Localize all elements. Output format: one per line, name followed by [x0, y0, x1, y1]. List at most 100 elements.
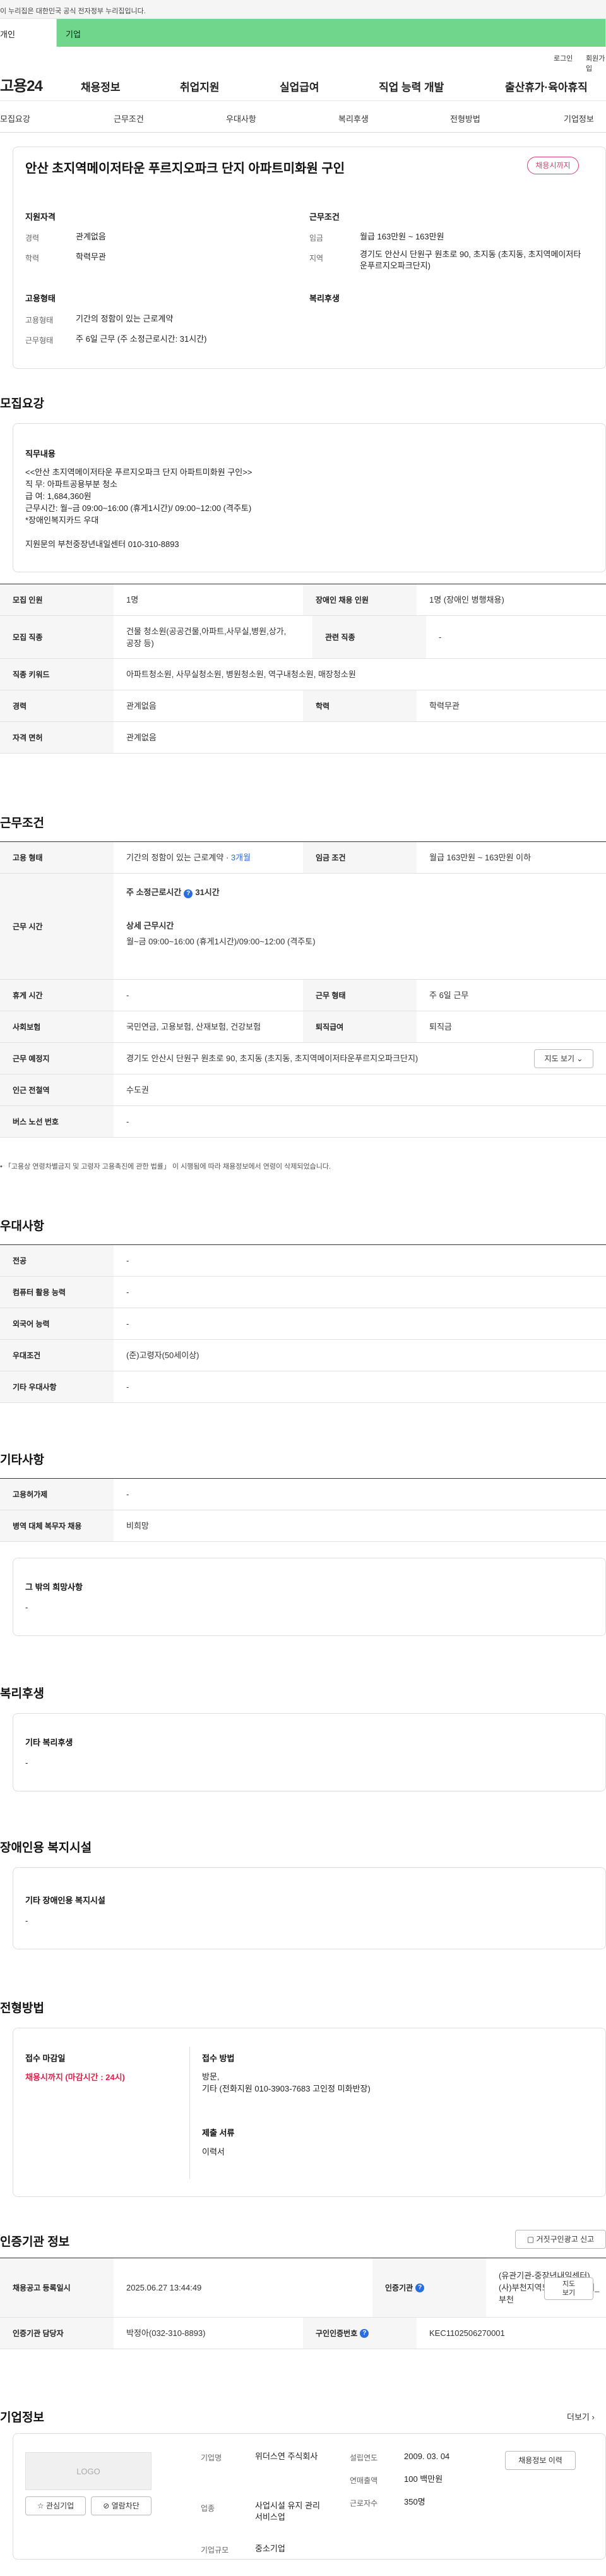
gnb-menu-unemployment[interactable]: 실업급여 — [280, 78, 319, 94]
table-row: 사회보험 국민연금, 고용보험, 산재보험, 건강보험 퇴직급여 퇴직금 — [0, 1011, 606, 1043]
table-row: 고용허가제 - — [0, 1479, 606, 1510]
company-name-value: 위더스연 주식회사 — [255, 2452, 318, 2461]
lnb-company[interactable]: 기업정보 — [564, 112, 594, 124]
gnb-menu-jobs[interactable]: 채용정보 — [81, 78, 121, 94]
deadline-value: 채용시까지 (마감시간 : 24시) — [25, 2073, 125, 2082]
qualification-heading: 지원자격 — [25, 212, 56, 222]
preference-table: 전공 - 컴퓨터 활용 능력 - 외국어 능력 - 우대조건 (준)고령자(50세이상)… — [0, 1244, 606, 1403]
keyword-label: 직종 키워드 — [0, 659, 114, 690]
job-value: 건물 청소원(공공건물,아파트,사무실,병원,상가,공장 등) — [126, 626, 287, 648]
lnb-work-conditions[interactable]: 근무조건 — [114, 112, 144, 124]
gnb-menu-training[interactable]: 직업 능력 개발 — [379, 78, 444, 94]
company-more-link[interactable]: 더보기 › — [567, 2410, 595, 2423]
block-company-button[interactable]: ⊘ 열람차단 — [91, 2496, 152, 2515]
severance-value: 퇴직금 — [429, 1022, 452, 1032]
lnb-benefits[interactable]: 복리후생 — [338, 112, 369, 124]
pref-etc-label: 기타 우대사항 — [0, 1371, 114, 1402]
work-form-value: 주 6일 근무 — [429, 990, 469, 1000]
table-row: 모집 직종 건물 청소원(공공건물,아파트,사무실,병원,상가,공장 등) 관련… — [0, 616, 606, 659]
company-section-title: 기업정보 — [0, 2411, 44, 2424]
tab-business[interactable]: 기업 — [57, 19, 606, 47]
company-name-label: 기업명 — [201, 2453, 222, 2462]
break-label: 휴게 시간 — [0, 980, 114, 1011]
extra-wish-card — [13, 1558, 606, 1636]
founded-value: 2009. 03. 04 — [404, 2452, 450, 2461]
help-icon[interactable]: ? — [415, 2283, 425, 2292]
military-label: 병역 대체 복무자 채용 — [0, 1510, 114, 1541]
disabled-value: 1명 (장애인 병행채용) — [429, 595, 504, 605]
req-education-value: 학력무관 — [429, 701, 460, 711]
table-row: 전공 - — [0, 1245, 606, 1277]
table-row: 직종 키워드 아파트청소원, 사무실청소원, 병원청소원, 역구내청소원, 매장… — [0, 659, 606, 690]
company-logo: LOGO — [25, 2452, 152, 2490]
hire-permit-value: - — [126, 1490, 129, 1499]
req-career-label: 경력 — [0, 690, 114, 721]
agency-map-button[interactable]: 지도 보기 — [544, 2277, 593, 2300]
report-fake-ad-button[interactable]: ▢ 거짓구인광고 신고 — [515, 2230, 606, 2249]
lnb-preference[interactable]: 우대사항 — [226, 112, 256, 124]
wage-value: 월급 163만원 ~ 163만원 — [360, 232, 444, 241]
method-value: 방문, 기타 (전화지원 010-3903-7683 고인정 미화반장) — [202, 2072, 371, 2093]
employment-heading: 고용형태 — [25, 294, 56, 303]
related-label: 관련 직종 — [312, 616, 426, 658]
benefits-card — [13, 1713, 606, 1791]
help-icon[interactable]: ? — [360, 2328, 369, 2338]
block-label: 열람차단 — [111, 2501, 140, 2510]
duty-heading: 직무내용 — [25, 449, 56, 459]
education-value: 학력무관 — [76, 252, 106, 262]
agency-table: 채용공고 등록일시 2025.06.27 13:44:49 인증기관? (유관기… — [0, 2258, 606, 2349]
docs-heading: 제출 서류 — [202, 2128, 235, 2138]
login-link[interactable]: 로그인 — [554, 53, 573, 63]
severance-label: 퇴직급여 — [303, 1011, 417, 1042]
table-row: 근무 시간 주 소정근로시간? 31시간 상세 근무시간 월~금 09:00~16… — [0, 874, 606, 980]
wage-label: 임금 — [309, 234, 324, 243]
cert-number-label-text: 구인인증번호 — [316, 2329, 358, 2338]
pref-cond-value: (준)고령자(50세이상) — [126, 1351, 199, 1360]
map-view-button[interactable]: 지도 보기 ⌄ — [534, 1049, 593, 1068]
disabled-fac-section-title: 장애인용 복지시설 — [0, 1841, 92, 1855]
emp-type-value: 기간의 정함이 있는 근로계약 — [76, 314, 174, 323]
welfare-heading: 복리후생 — [309, 294, 340, 303]
table-row: 버스 노선 번호 - — [0, 1106, 606, 1138]
size-value: 중소기업 — [255, 2544, 285, 2553]
disabled-fac-heading: 기타 장애인용 복지시설 — [25, 1896, 105, 1905]
career-label: 경력 — [25, 234, 40, 243]
table-row: 고용 형태 기간의 정함이 있는 근로계약 · 3개월 임금 조건 월급 163… — [0, 842, 606, 874]
location-value: 경기도 안산시 단원구 원초로 90, 초지동 (초지동, 초지역메이저타운푸르… — [360, 250, 581, 270]
site-logo[interactable]: 고용24 — [0, 73, 43, 95]
more-label: 더보기 — [567, 2412, 590, 2422]
job-history-button[interactable]: 채용정보 이력 — [505, 2451, 576, 2470]
table-row: 자격 면허 관계없음 — [0, 722, 606, 754]
docs-value: 이력서 — [202, 2147, 225, 2157]
manager-label: 인증기관 담당자 — [0, 2318, 114, 2349]
employees-label: 근로자수 — [350, 2499, 378, 2508]
posted-value: 2025.06.27 13:44:49 — [126, 2283, 202, 2292]
subway-value: 수도권 — [126, 1085, 149, 1095]
detail-hours-value: 월~금 09:00~16:00 (휴게1시간)/09:00~12:00 (격주토… — [126, 937, 316, 946]
major-value: - — [126, 1256, 129, 1265]
manager-value: 박정아(032-310-8893) — [126, 2328, 206, 2338]
sales-label: 연매출액 — [350, 2476, 378, 2485]
map-btn-label: 지도 보기 — [544, 1054, 575, 1063]
hours-label: 근무 시간 — [0, 874, 114, 979]
hours-value: 주 소정근로시간? 31시간 상세 근무시간 월~금 09:00~16:00 (휴… — [114, 874, 606, 979]
table-row: 우대조건 (준)고령자(50세이상) — [0, 1340, 606, 1371]
table-row: 채용공고 등록일시 2025.06.27 13:44:49 인증기관? (유관기… — [0, 2258, 606, 2318]
gnb-menu-parental-leave[interactable]: 출산휴가·육아휴직 — [505, 78, 588, 94]
cert-number-label: 구인인증번호? — [303, 2318, 417, 2349]
lnb-recruit[interactable]: 모집요강 — [0, 112, 30, 124]
favorite-company-button[interactable]: ☆ 관심기업 — [25, 2496, 86, 2515]
gnb-menu-employment-support[interactable]: 취업지원 — [180, 78, 220, 94]
industry-value: 사업시설 유지 관리 서비스업 — [255, 2501, 320, 2522]
military-value: 비희망 — [126, 1521, 149, 1531]
lnb-selection[interactable]: 전형방법 — [450, 112, 480, 124]
worktype-label: 근무형태 — [25, 336, 54, 345]
work-form-label: 근무 형태 — [303, 980, 417, 1011]
help-icon[interactable]: ? — [184, 889, 193, 898]
section-nav: 모집요강 근무조건 우대사항 복리후생 전형방법 기업정보 — [0, 101, 606, 133]
req-career-value: 관계없음 — [126, 701, 157, 711]
table-row: 휴게 시간 - 근무 형태 주 6일 근무 — [0, 980, 606, 1011]
tab-individual[interactable]: 개인 — [0, 19, 57, 47]
conditions-heading: 근무조건 — [309, 212, 340, 222]
agency-org-label: 인증기관? — [372, 2258, 486, 2317]
